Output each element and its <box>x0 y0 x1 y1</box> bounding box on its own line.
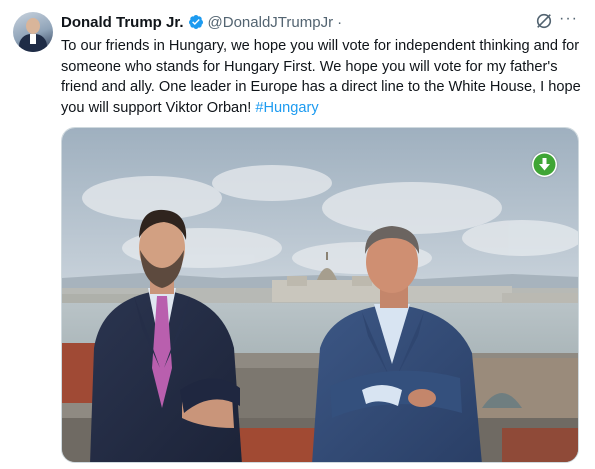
tweet-body: To our friends in Hungary, we hope you w… <box>61 38 581 116</box>
grok-icon[interactable] <box>535 12 553 30</box>
more-options-icon[interactable]: ··· <box>559 10 581 30</box>
author-handle[interactable]: @DonaldJTrumpJr <box>208 14 334 31</box>
tweet: Donald Trump Jr. @DonaldJTrumpJr · ··· T… <box>0 0 595 469</box>
avatar-shirt <box>30 34 36 44</box>
tweet-text: To our friends in Hungary, we hope you w… <box>61 36 586 118</box>
avatar-head <box>26 18 40 34</box>
tweet-photo[interactable] <box>61 127 579 463</box>
tweet-header: Donald Trump Jr. @DonaldJTrumpJr · <box>61 12 342 32</box>
separator-dot: · <box>337 13 343 31</box>
verified-badge-icon <box>188 14 204 30</box>
avatar[interactable] <box>13 12 53 52</box>
download-icon[interactable] <box>532 152 557 177</box>
author-name[interactable]: Donald Trump Jr. <box>61 14 184 31</box>
hashtag-link[interactable]: #Hungary <box>255 100 318 116</box>
